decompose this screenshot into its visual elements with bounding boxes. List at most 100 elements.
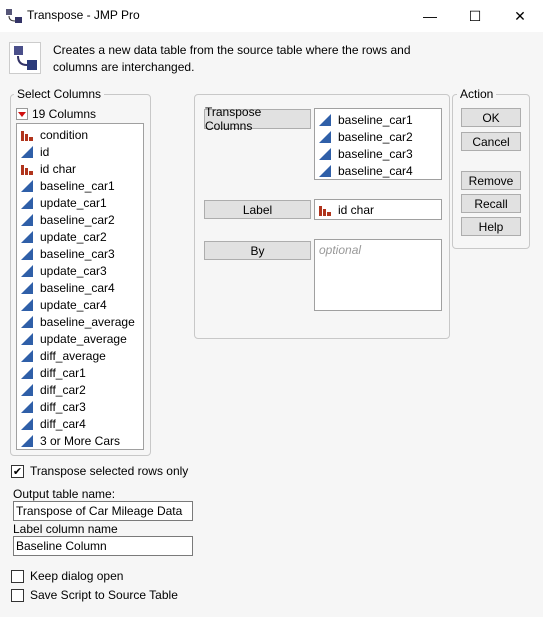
column-list-item[interactable]: update_car2 <box>17 228 143 245</box>
column-name: baseline_car2 <box>40 212 115 227</box>
column-list-item[interactable]: update_car3 <box>17 262 143 279</box>
transpose-list-item[interactable]: baseline_car3 <box>315 145 441 162</box>
column-count-menu[interactable]: 19 Columns <box>16 107 96 121</box>
transpose-list-item[interactable]: baseline_car2 <box>315 128 441 145</box>
transpose-list-item[interactable]: baseline_car1 <box>315 111 441 128</box>
continuous-column-icon <box>319 147 331 160</box>
ok-button[interactable]: OK <box>461 108 521 127</box>
by-button[interactable]: By <box>204 241 311 260</box>
output-table-name-label: Output table name: <box>13 487 116 501</box>
column-list-item[interactable]: diff_car2 <box>17 381 143 398</box>
label-column-name-label: Label column name <box>13 522 118 536</box>
action-title: Action <box>457 87 497 101</box>
continuous-column-icon <box>21 298 33 311</box>
continuous-column-icon <box>21 213 33 226</box>
column-list[interactable]: condition id id char baseline_car1 update_ca… <box>16 123 144 450</box>
column-list-item[interactable]: baseline_car1 <box>17 177 143 194</box>
column-name: update_average <box>40 331 127 346</box>
column-name: update_car4 <box>40 297 107 312</box>
column-count: 19 Columns <box>32 107 97 121</box>
maximize-button[interactable]: ☐ <box>452 0 498 32</box>
transpose-selected-checkbox[interactable]: ✔ Transpose selected rows only <box>11 464 188 478</box>
description-line: columns are interchanged. <box>53 60 195 74</box>
column-list-item[interactable]: diff_average <box>17 347 143 364</box>
red-triangle-menu-icon[interactable] <box>16 108 28 120</box>
checkbox-unchecked-icon[interactable] <box>11 569 24 583</box>
column-list-item[interactable]: baseline_car4 <box>17 279 143 296</box>
label-button[interactable]: Label <box>204 200 311 219</box>
column-name: baseline_car4 <box>40 280 115 295</box>
column-name: baseline_car4 <box>338 163 413 178</box>
keep-dialog-open-label: Keep dialog open <box>30 569 124 583</box>
column-list-item[interactable]: update_average <box>17 330 143 347</box>
transpose-columns-list[interactable]: baseline_car1 baseline_car2 baseline_car3b… <box>314 108 442 180</box>
continuous-column-icon <box>319 113 331 126</box>
continuous-column-icon <box>21 417 33 430</box>
column-list-item[interactable]: update_car4 <box>17 296 143 313</box>
recall-button[interactable]: Recall <box>461 194 521 213</box>
column-list-item[interactable]: baseline_car3 <box>17 245 143 262</box>
nominal-column-icon <box>21 164 33 175</box>
nominal-column-icon <box>319 205 331 216</box>
label-column-name-input[interactable] <box>13 536 193 556</box>
transpose-icon <box>9 42 41 74</box>
column-list-item[interactable]: diff_car1 <box>17 364 143 381</box>
continuous-column-icon <box>21 247 33 260</box>
label-list[interactable]: id char <box>314 199 442 220</box>
continuous-column-icon <box>21 315 33 328</box>
column-name: condition <box>40 127 89 142</box>
output-table-name-input[interactable] <box>13 501 193 521</box>
checkbox-unchecked-icon[interactable] <box>11 588 24 602</box>
continuous-column-icon <box>21 366 33 379</box>
column-name: diff_average <box>40 348 106 363</box>
remove-button[interactable]: Remove <box>461 171 521 190</box>
cancel-button[interactable]: Cancel <box>461 132 521 151</box>
by-list[interactable]: optional <box>314 239 442 311</box>
title-bar: Transpose - JMP Pro — ☐ ✕ <box>0 0 543 32</box>
continuous-column-icon <box>21 281 33 294</box>
column-name: baseline_car2 <box>338 129 413 144</box>
by-placeholder: optional <box>319 243 362 257</box>
nominal-column-icon <box>21 130 33 141</box>
close-button[interactable]: ✕ <box>497 0 543 32</box>
column-list-item[interactable]: id <box>17 143 143 160</box>
column-list-item[interactable]: diff_car4 <box>17 415 143 432</box>
window-title: Transpose - JMP Pro <box>27 8 140 22</box>
column-name: diff_car4 <box>40 416 86 431</box>
column-name: baseline_car3 <box>40 246 115 261</box>
column-name: baseline_car1 <box>40 178 115 193</box>
column-list-item[interactable]: 3 or More Cars <box>17 432 143 449</box>
continuous-column-icon <box>21 179 33 192</box>
help-button[interactable]: Help <box>461 217 521 236</box>
transpose-columns-button[interactable]: Transpose Columns <box>204 105 311 133</box>
continuous-column-icon <box>21 264 33 277</box>
column-name: update_car1 <box>40 195 107 210</box>
column-name: baseline_car3 <box>338 146 413 161</box>
continuous-column-icon <box>319 164 331 177</box>
column-name: baseline_car1 <box>338 112 413 127</box>
continuous-column-icon <box>21 400 33 413</box>
continuous-column-icon <box>21 196 33 209</box>
column-name: update_car2 <box>40 229 107 244</box>
continuous-column-icon <box>319 130 331 143</box>
column-list-item[interactable]: baseline_car2 <box>17 211 143 228</box>
transpose-selected-label: Transpose selected rows only <box>30 464 189 478</box>
column-name: 3 or More Cars <box>40 433 121 448</box>
save-script-label: Save Script to Source Table <box>30 588 178 602</box>
column-list-item[interactable]: baseline_average <box>17 313 143 330</box>
column-list-item[interactable]: diff_car3 <box>17 398 143 415</box>
continuous-column-icon <box>21 349 33 362</box>
checkbox-checked-icon[interactable]: ✔ <box>11 464 24 478</box>
column-name: diff_car2 <box>40 382 86 397</box>
column-list-item[interactable]: id char <box>17 160 143 177</box>
continuous-column-icon <box>21 332 33 345</box>
column-list-item[interactable]: condition <box>17 126 143 143</box>
save-script-checkbox[interactable]: Save Script to Source Table <box>11 588 178 602</box>
transpose-list-item[interactable]: baseline_car4 <box>315 162 441 179</box>
column-list-item[interactable]: update_car1 <box>17 194 143 211</box>
keep-dialog-open-checkbox[interactable]: Keep dialog open <box>11 569 123 583</box>
column-name: id char <box>40 161 77 176</box>
column-name: diff_car3 <box>40 399 86 414</box>
minimize-button[interactable]: — <box>407 0 453 32</box>
column-name: id <box>40 144 50 159</box>
